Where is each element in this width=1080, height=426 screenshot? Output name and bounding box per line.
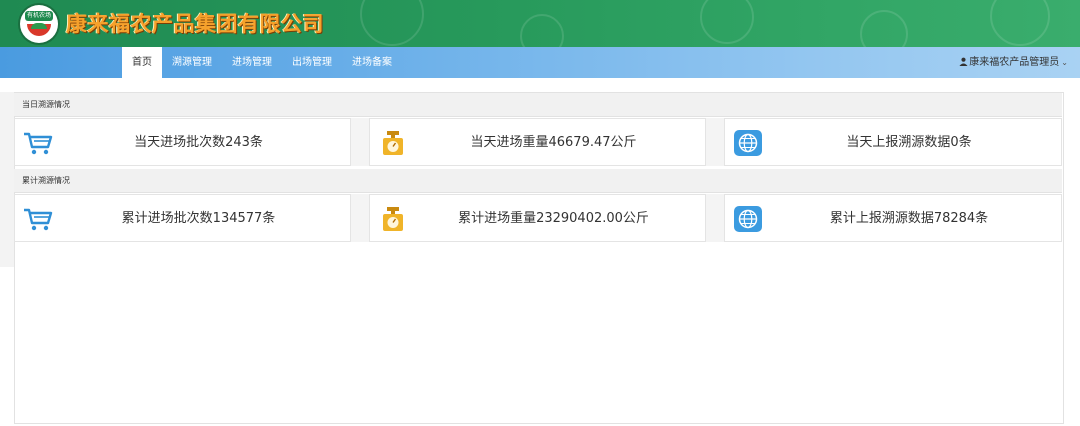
chevron-down-icon: ⌄ [1061,58,1068,67]
stat-today-reports: 当天上报溯源数据0条 [846,135,972,150]
user-name: 康来福农产品管理员 [969,57,1060,68]
cart-icon [24,208,53,231]
company-name: 康来福农产品集团有限公司 [66,12,324,36]
stat-total-weight: 累计进场重量23290402.00公斤 [458,211,649,226]
stat-card-total-reports: 累计上报溯源数据78284条 [724,194,1062,242]
header-decoration [860,10,908,47]
cart-icon [24,132,53,155]
header-decoration [990,0,1050,46]
section-title-total: 累计溯源情况 [14,169,1062,193]
nav-menu: 首页 溯源管理 进场管理 出场管理 进场备案 [122,47,402,78]
left-gutter [0,92,14,267]
nav-item-trace-management[interactable]: 溯源管理 [162,47,222,78]
header-decoration [700,0,754,44]
stat-card-today-weight: 当天进场重量46679.47公斤 [369,118,706,166]
app-header: 有机农场 康来福农产品集团有限公司 [0,0,1080,47]
company-logo: 有机农场 [20,5,58,43]
stat-total-reports: 累计上报溯源数据78284条 [829,211,989,226]
stat-today-weight: 当天进场重量46679.47公斤 [470,135,637,150]
total-stats-row: 累计进场批次数134577条 累计进场重量23290402.00公斤 累计上报溯… [14,194,1062,242]
stat-card-total-weight: 累计进场重量23290402.00公斤 [369,194,706,242]
globe-icon [734,130,762,156]
main-navbar: 首页 溯源管理 进场管理 出场管理 进场备案 康来福农产品管理员 ⌄ [0,47,1080,78]
today-stats-row: 当天进场批次数243条 当天进场重量46679.47公斤 当天上报溯源数据0条 [14,118,1062,166]
nav-item-entry-management[interactable]: 进场管理 [222,47,282,78]
nav-item-home[interactable]: 首页 [122,47,162,78]
person-icon [959,57,968,66]
logo-text: 有机农场 [25,11,53,21]
stat-card-total-batches: 累计进场批次数134577条 [14,194,351,242]
scale-icon [383,131,403,155]
scale-icon [383,207,403,231]
stat-card-today-batches: 当天进场批次数243条 [14,118,351,166]
stat-card-today-reports: 当天上报溯源数据0条 [724,118,1062,166]
stat-total-batches: 累计进场批次数134577条 [121,211,276,226]
stat-today-batches: 当天进场批次数243条 [134,135,263,150]
section-title-today: 当日溯源情况 [14,93,1062,117]
header-decoration [360,0,424,46]
nav-item-entry-filing[interactable]: 进场备案 [342,47,402,78]
header-decoration [520,14,564,47]
user-menu[interactable]: 康来福农产品管理员 ⌄ [959,47,1068,78]
nav-item-exit-management[interactable]: 出场管理 [282,47,342,78]
globe-icon [734,206,762,232]
